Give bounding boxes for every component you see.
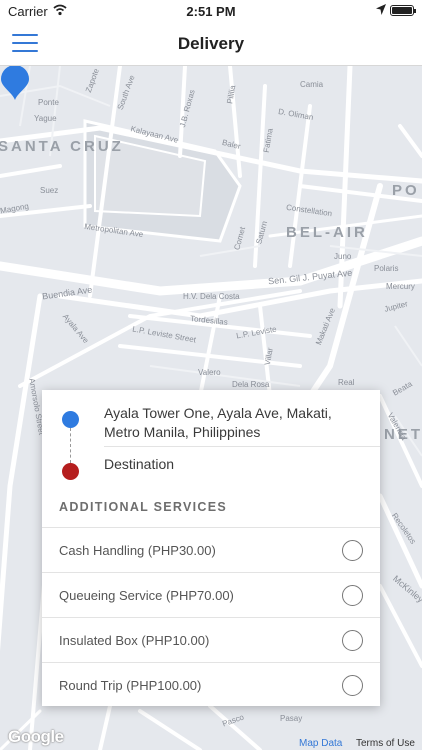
status-bar: Carrier 2:51 PM (0, 0, 422, 22)
street-label: Juno (334, 252, 352, 261)
service-label: Insulated Box (PHP10.00) (59, 633, 210, 648)
destination-field[interactable]: Destination (104, 456, 174, 472)
radio-button[interactable] (342, 630, 363, 651)
street-label: Camia (300, 80, 324, 89)
street-label: Yague (34, 114, 57, 123)
map-district-label: SANTA CRUZ (0, 138, 124, 155)
street-label: Mercury (386, 282, 415, 291)
clock: 2:51 PM (186, 4, 236, 19)
route-section: Ayala Tower One, Ayala Ave, Makati, Metr… (42, 390, 380, 488)
service-option-cash-handling[interactable]: Cash Handling (PHP30.00) (42, 527, 380, 572)
street-label: Valero (198, 368, 221, 377)
location-pin-icon[interactable] (0, 66, 30, 100)
street-label: Ponte (38, 98, 59, 107)
service-label: Queueing Service (PHP70.00) (59, 588, 234, 603)
additional-services-heading: ADDITIONAL SERVICES (59, 500, 228, 514)
radio-button[interactable] (342, 585, 363, 606)
radio-button[interactable] (342, 675, 363, 696)
service-option-insulated-box[interactable]: Insulated Box (PHP10.00) (42, 617, 380, 662)
terms-of-use-link[interactable]: Terms of Use (356, 738, 415, 749)
destination-dot-icon (62, 463, 79, 480)
service-label: Round Trip (PHP100.00) (59, 678, 202, 693)
origin-dot-icon (62, 411, 79, 428)
origin-address[interactable]: Ayala Tower One, Ayala Ave, Makati, Metr… (104, 404, 364, 442)
street-label: Real (338, 378, 355, 387)
page-title: Delivery (177, 34, 245, 53)
street-label: Pasay (280, 714, 303, 723)
map-district-label: BEL-AIR (286, 224, 368, 241)
google-logo: Google (8, 727, 64, 746)
street-label: H.V. Dela Costa (183, 292, 240, 301)
route-connector (70, 428, 71, 463)
nav-bar: Delivery (0, 22, 422, 66)
street-label: Polaris (374, 264, 399, 273)
battery-icon (390, 5, 416, 16)
service-option-round-trip[interactable]: Round Trip (PHP100.00) (42, 662, 380, 707)
divider (104, 446, 380, 447)
map-district-label: PO (392, 182, 420, 199)
map-data-link[interactable]: Map Data (299, 738, 342, 749)
location-arrow-icon (376, 4, 386, 15)
radio-button[interactable] (342, 540, 363, 561)
delivery-card: Ayala Tower One, Ayala Ave, Makati, Metr… (42, 390, 380, 706)
street-label: Suez (40, 186, 59, 195)
street-label: Dela Rosa (232, 380, 270, 389)
service-label: Cash Handling (PHP30.00) (59, 543, 216, 558)
service-option-queueing[interactable]: Queueing Service (PHP70.00) (42, 572, 380, 617)
